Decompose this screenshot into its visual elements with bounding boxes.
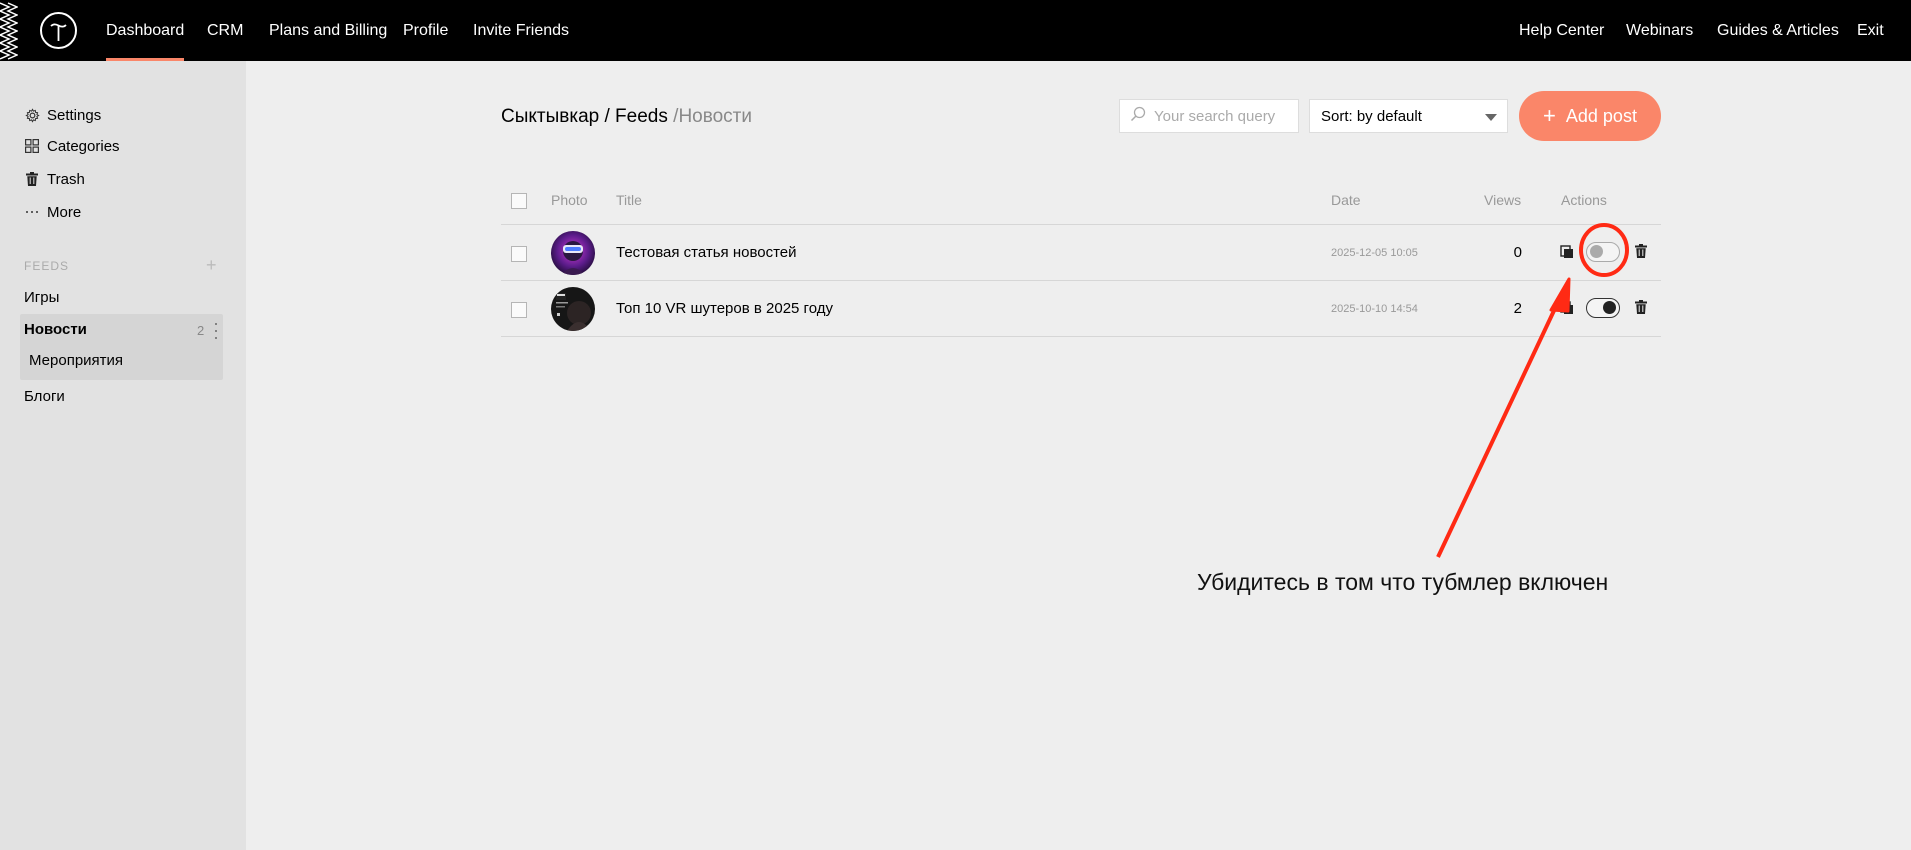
sidebar-item-categories[interactable]: Categories [24, 135, 120, 157]
breadcrumb-root[interactable]: Сыктывкар / Feeds [501, 106, 668, 127]
breadcrumb-current: Новости [678, 106, 752, 127]
more-icon [24, 204, 40, 220]
table-divider [501, 280, 1661, 281]
plus-icon: + [1543, 103, 1556, 128]
column-header-views[interactable]: Views [1484, 192, 1521, 208]
duplicate-icon[interactable] [1560, 301, 1574, 315]
post-thumbnail[interactable] [551, 231, 595, 275]
chevron-down-icon [1485, 114, 1497, 121]
nav-webinars[interactable]: Webinars [1626, 0, 1693, 61]
sidebar-item-label: More [47, 203, 82, 221]
zigzag-decoration [0, 2, 18, 60]
search-icon [1130, 106, 1146, 127]
sidebar-item-label: Settings [47, 106, 102, 124]
add-feed-button[interactable]: + [206, 255, 217, 276]
annotation-text: Убидитесь в том что тубмлер включен [1197, 569, 1609, 595]
add-post-button[interactable]: + Add post [1519, 91, 1661, 141]
post-title[interactable]: Топ 10 VR шутеров в 2025 году [616, 300, 833, 317]
post-date: 2025-12-05 10:05 [1331, 247, 1418, 259]
column-header-photo: Photo [551, 192, 588, 208]
column-header-title[interactable]: Title [616, 192, 642, 208]
feed-menu-button[interactable] [213, 323, 219, 339]
sidebar-item-label: Categories [47, 137, 120, 155]
trash-icon[interactable] [1635, 300, 1649, 314]
nav-invite-friends[interactable]: Invite Friends [473, 0, 569, 61]
feed-item-novosti[interactable]: Новости [24, 321, 87, 338]
nav-guides-articles[interactable]: Guides & Articles [1717, 0, 1839, 61]
gear-icon [24, 107, 40, 123]
sort-select[interactable]: Sort: by default [1309, 99, 1508, 133]
select-all-checkbox[interactable] [511, 193, 527, 209]
search-input[interactable] [1154, 107, 1294, 125]
breadcrumb-separator: / [667, 106, 679, 127]
annotation-arrow-line [1436, 299, 1561, 558]
sidebar-item-settings[interactable]: Settings [24, 104, 101, 126]
feed-post-count: 2 [197, 323, 205, 338]
nav-plans-and-billing[interactable]: Plans and Billing [269, 0, 387, 61]
post-date: 2025-10-10 14:54 [1331, 303, 1418, 315]
search-box[interactable] [1119, 99, 1299, 133]
sidebar-item-trash[interactable]: Trash [24, 168, 85, 190]
nav-profile[interactable]: Profile [403, 0, 448, 61]
publish-toggle[interactable] [1586, 242, 1620, 262]
add-post-label: Add post [1565, 105, 1637, 126]
trash-icon [24, 171, 40, 187]
breadcrumb: Сыктывкар / Feeds /Новости [501, 106, 752, 128]
duplicate-icon[interactable] [1560, 245, 1574, 259]
feed-item-igry[interactable]: Игры [24, 289, 59, 306]
sidebar-item-more[interactable]: More [24, 201, 81, 223]
post-title[interactable]: Тестовая статья новостей [616, 244, 797, 261]
column-header-date[interactable]: Date [1331, 192, 1361, 208]
sidebar: Settings Categories Trash More FEEDS + И… [0, 61, 246, 850]
row-checkbox[interactable] [511, 302, 527, 318]
trash-icon[interactable] [1635, 244, 1649, 258]
post-views: 2 [1513, 300, 1522, 317]
nav-help-center[interactable]: Help Center [1519, 0, 1604, 61]
column-header-actions: Actions [1561, 192, 1607, 208]
sort-label: Sort: by default [1321, 107, 1422, 125]
table-divider [501, 336, 1661, 337]
nav-dashboard[interactable]: Dashboard [106, 0, 185, 61]
top-navigation-bar: Dashboard CRM Plans and Billing Profile … [0, 0, 1911, 61]
post-views: 0 [1513, 244, 1522, 261]
sidebar-item-label: Trash [47, 170, 85, 188]
table-divider [501, 224, 1661, 225]
post-thumbnail[interactable] [551, 287, 595, 331]
nav-crm[interactable]: CRM [207, 0, 243, 61]
feed-item-meropriyatiya[interactable]: Мероприятия [29, 352, 123, 369]
feeds-section-label: FEEDS [24, 259, 70, 273]
publish-toggle[interactable] [1586, 298, 1620, 318]
tilda-logo[interactable] [40, 12, 77, 49]
nav-exit[interactable]: Exit [1857, 0, 1884, 61]
row-checkbox[interactable] [511, 246, 527, 262]
feed-item-blogi[interactable]: Блоги [24, 388, 65, 405]
grid-icon [24, 138, 40, 154]
